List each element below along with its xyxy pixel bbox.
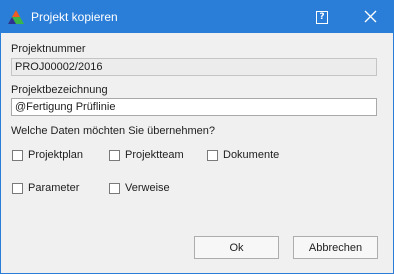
projektnummer-label: Projektnummer [11,43,86,55]
checkbox-projektplan[interactable]: Projektplan [12,148,83,162]
checkbox-parameter[interactable]: Parameter [12,181,79,195]
checkbox-dokumente[interactable]: Dokumente [207,148,279,162]
checkbox-label: Dokumente [223,149,280,161]
checkbox-label: Projektteam [125,149,184,161]
projektbezeichnung-input[interactable]: @Fertigung Prüflinie [11,98,377,116]
checkbox-label: Projektplan [28,149,84,161]
close-button[interactable] [356,2,386,32]
app-logo-icon [7,9,25,25]
data-selection-question: Welche Daten möchten Sie übernehmen? [11,125,216,137]
title-bar: Projekt kopieren ? [1,1,393,33]
checkbox-label: Parameter [28,182,80,194]
checkbox-box[interactable] [12,182,23,194]
dialog-window: Projekt kopieren ? Projektnummer PROJ000… [0,0,394,274]
checkbox-box[interactable] [207,149,218,161]
checkbox-box[interactable] [109,182,120,194]
cancel-button[interactable]: Abbrechen [293,236,378,259]
window-title: Projekt kopieren [31,10,118,24]
checkbox-box[interactable] [12,149,23,161]
checkbox-label: Verweise [125,182,170,194]
ok-button[interactable]: Ok [194,236,279,259]
projektnummer-field: PROJ00002/2016 [11,58,377,76]
checkbox-box[interactable] [109,149,120,161]
projektbezeichnung-label: Projektbezeichnung [11,84,108,96]
checkbox-projektteam[interactable]: Projektteam [109,148,184,162]
close-icon [364,10,377,23]
help-button[interactable]: ? [307,2,337,32]
help-icon: ? [316,11,328,24]
checkbox-verweise[interactable]: Verweise [109,181,170,195]
